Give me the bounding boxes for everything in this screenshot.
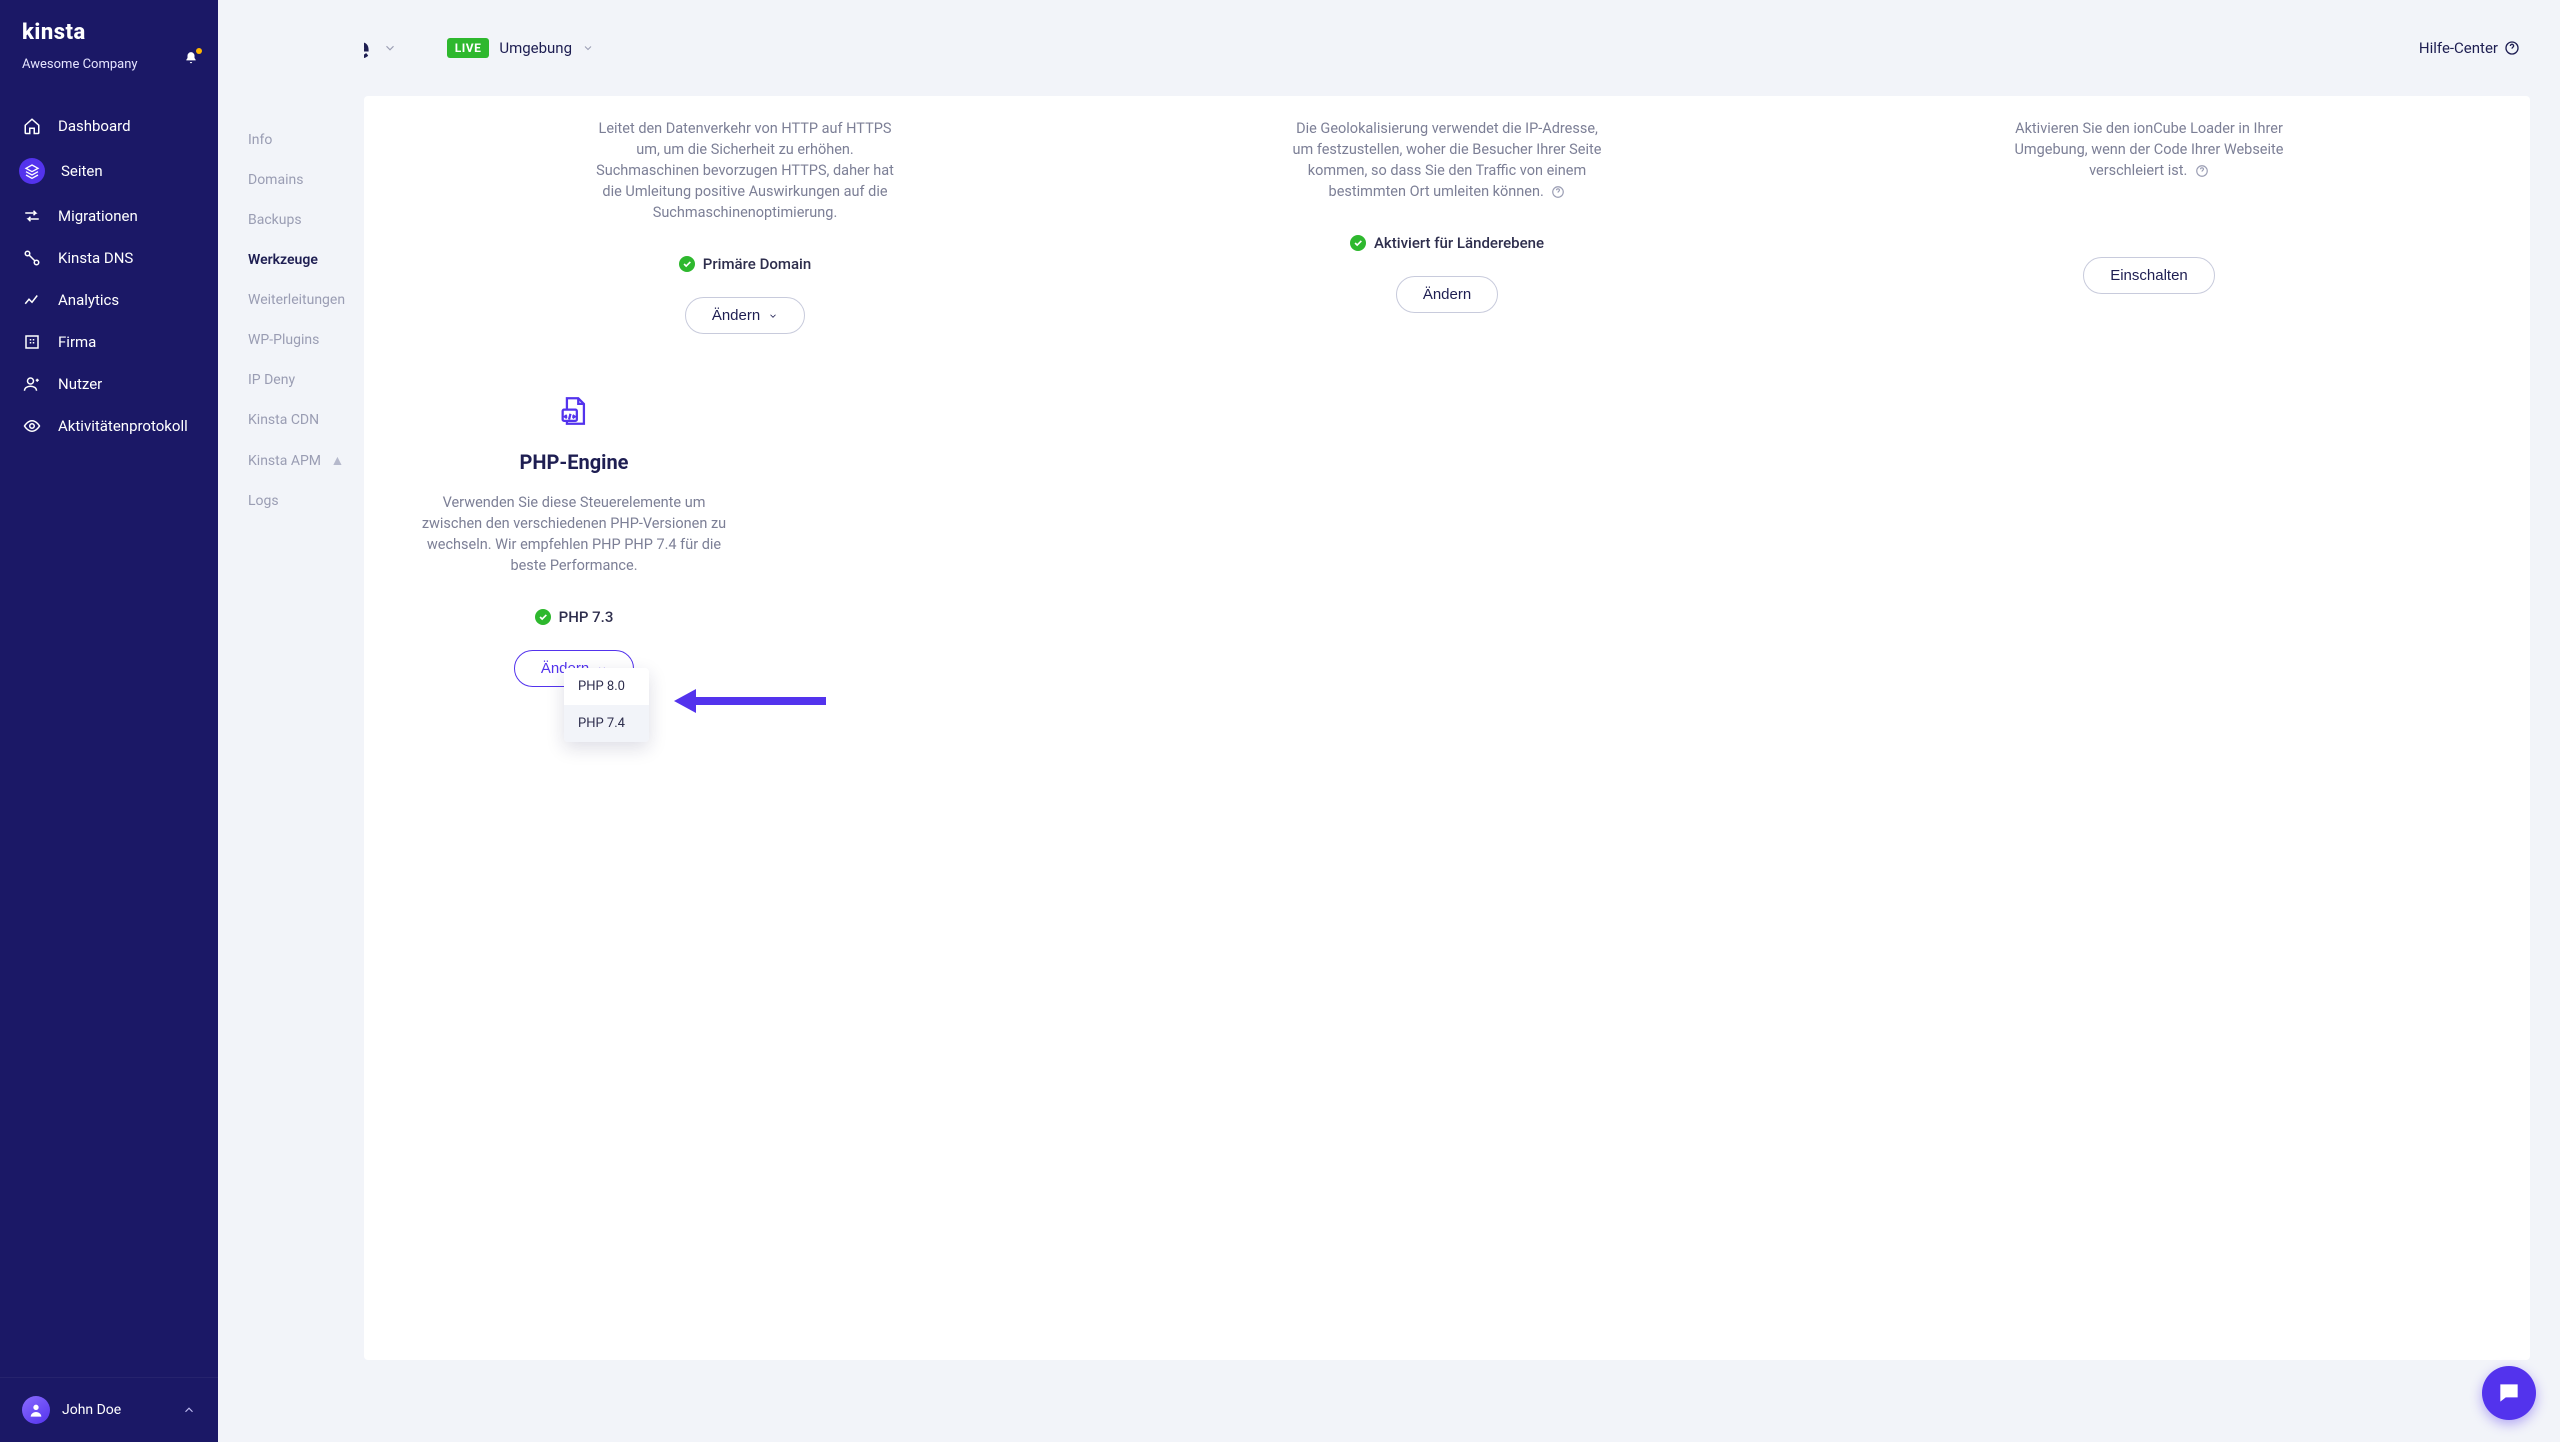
environment-selector[interactable]: LIVE Umgebung: [447, 38, 594, 58]
help-icon: [2504, 40, 2520, 56]
nav-label: Nutzer: [58, 375, 102, 393]
chevron-down-icon: [582, 42, 594, 54]
subnav-tools[interactable]: Werkzeuge: [218, 240, 354, 280]
enable-ioncube-button[interactable]: Einschalten: [2083, 257, 2215, 294]
php-version-dropdown: PHP 8.0 PHP 7.4: [564, 668, 649, 742]
button-label: Einschalten: [2110, 267, 2188, 284]
button-label: Ändern: [1423, 286, 1471, 303]
notifications-bell-icon[interactable]: [184, 50, 200, 66]
nav-sites[interactable]: Seiten: [0, 148, 218, 194]
bookmark-icon: ▲: [331, 453, 345, 469]
code-file-icon: [557, 394, 591, 428]
card-ioncube: Aktivieren Sie den ionCube Loader in Ihr…: [1808, 118, 2490, 334]
button-label: Ändern: [712, 307, 760, 324]
main-area: kinstalife LIVE Umgebung Hilfe-Center Le…: [364, 0, 2560, 1442]
secondary-sidebar: Info Domains Backups Werkzeuge Weiterlei…: [218, 0, 364, 1442]
analytics-icon: [22, 290, 42, 310]
environment-label: Umgebung: [499, 39, 572, 57]
nav-label: Aktivitätenprotokoll: [58, 417, 188, 435]
nav-label: Analytics: [58, 291, 119, 309]
nav-dashboard[interactable]: Dashboard: [0, 106, 218, 146]
site-selector[interactable]: kinstalife: [364, 31, 397, 66]
nav-dns[interactable]: Kinsta DNS: [0, 238, 218, 278]
card-php-engine: PHP-Engine Verwenden Sie diese Steuerele…: [404, 394, 744, 687]
chat-button[interactable]: [2482, 1366, 2536, 1420]
primary-sidebar: kinsta Awesome Company Dashboard Seiten …: [0, 0, 218, 1442]
subnav-apm[interactable]: Kinsta APM ▲: [218, 440, 354, 481]
chevron-down-icon: [768, 311, 778, 321]
nav-company[interactable]: Firma: [0, 322, 218, 362]
avatar-icon: [22, 1396, 50, 1424]
card-status: PHP 7.3: [535, 608, 614, 626]
stack-icon: [22, 161, 42, 181]
user-footer[interactable]: John Doe: [0, 1377, 218, 1442]
card-desc: Leitet den Datenverkehr von HTTP auf HTT…: [585, 118, 905, 223]
user-name: John Doe: [62, 1402, 170, 1418]
users-icon: [22, 374, 42, 394]
live-badge: LIVE: [447, 38, 490, 58]
top-bar: kinstalife LIVE Umgebung Hilfe-Center: [364, 0, 2560, 96]
card-desc: Die Geolokalisierung verwendet die IP-Ad…: [1287, 118, 1607, 202]
subnav-backups[interactable]: Backups: [218, 200, 354, 240]
check-icon: [535, 609, 551, 625]
nav-analytics[interactable]: Analytics: [0, 280, 218, 320]
card-title: PHP-Engine: [520, 450, 629, 474]
status-text: PHP 7.3: [559, 608, 614, 626]
dropdown-option-php74[interactable]: PHP 7.4: [564, 705, 649, 742]
check-icon: [1350, 235, 1366, 251]
status-text: Primäre Domain: [703, 255, 811, 273]
nav-label: Dashboard: [58, 117, 131, 135]
card-desc: Verwenden Sie diese Steuerelemente um zw…: [414, 492, 734, 576]
subnav-cdn[interactable]: Kinsta CDN: [218, 400, 354, 440]
change-https-button[interactable]: Ändern: [685, 297, 805, 334]
nav-label: Kinsta DNS: [58, 249, 133, 267]
subnav-info[interactable]: Info: [218, 120, 354, 160]
card-status: Aktiviert für Länderebene: [1350, 234, 1544, 252]
brand-logo: kinsta: [22, 20, 196, 45]
card-status: Primäre Domain: [679, 255, 811, 273]
chat-icon: [2496, 1380, 2522, 1406]
nav-migrations[interactable]: Migrationen: [0, 196, 218, 236]
nav-activity[interactable]: Aktivitätenprotokoll: [0, 406, 218, 446]
eye-icon: [22, 416, 42, 436]
subnav-ip-deny[interactable]: IP Deny: [218, 360, 354, 400]
card-geolocation: Die Geolokalisierung verwendet die IP-Ad…: [1106, 118, 1788, 334]
company-name: Awesome Company: [22, 57, 196, 72]
help-center-label: Hilfe-Center: [2419, 39, 2498, 57]
nav-label: Migrationen: [58, 207, 138, 225]
card-https: Leitet den Datenverkehr von HTTP auf HTT…: [404, 118, 1086, 334]
dropdown-option-php80[interactable]: PHP 8.0: [564, 668, 649, 705]
card-desc: Aktivieren Sie den ionCube Loader in Ihr…: [1989, 118, 2309, 181]
subnav-logs[interactable]: Logs: [218, 481, 354, 521]
change-geo-button[interactable]: Ändern: [1396, 276, 1498, 313]
annotation-arrow-icon: [674, 689, 826, 713]
site-name: kinstalife: [364, 31, 369, 66]
nav-users[interactable]: Nutzer: [0, 364, 218, 404]
help-center-link[interactable]: Hilfe-Center: [2419, 39, 2520, 57]
dns-icon: [22, 248, 42, 268]
company-icon: [22, 332, 42, 352]
home-icon: [22, 116, 42, 136]
tools-panel: Leitet den Datenverkehr von HTTP auf HTT…: [364, 96, 2530, 1360]
nav-label: Firma: [58, 333, 96, 351]
primary-nav: Dashboard Seiten Migrationen Kinsta DNS …: [0, 106, 218, 1377]
help-icon[interactable]: [1551, 185, 1565, 199]
subnav-domains[interactable]: Domains: [218, 160, 354, 200]
help-icon[interactable]: [2195, 164, 2209, 178]
chevron-up-icon: [182, 1403, 196, 1417]
nav-label: Seiten: [61, 162, 103, 180]
subnav-redirects[interactable]: Weiterleitungen: [218, 280, 354, 320]
check-icon: [679, 256, 695, 272]
migrate-icon: [22, 206, 42, 226]
status-text: Aktiviert für Länderebene: [1374, 234, 1544, 252]
subnav-wp-plugins[interactable]: WP-Plugins: [218, 320, 354, 360]
subnav-label: Kinsta APM: [248, 453, 321, 469]
chevron-down-icon: [383, 41, 397, 55]
